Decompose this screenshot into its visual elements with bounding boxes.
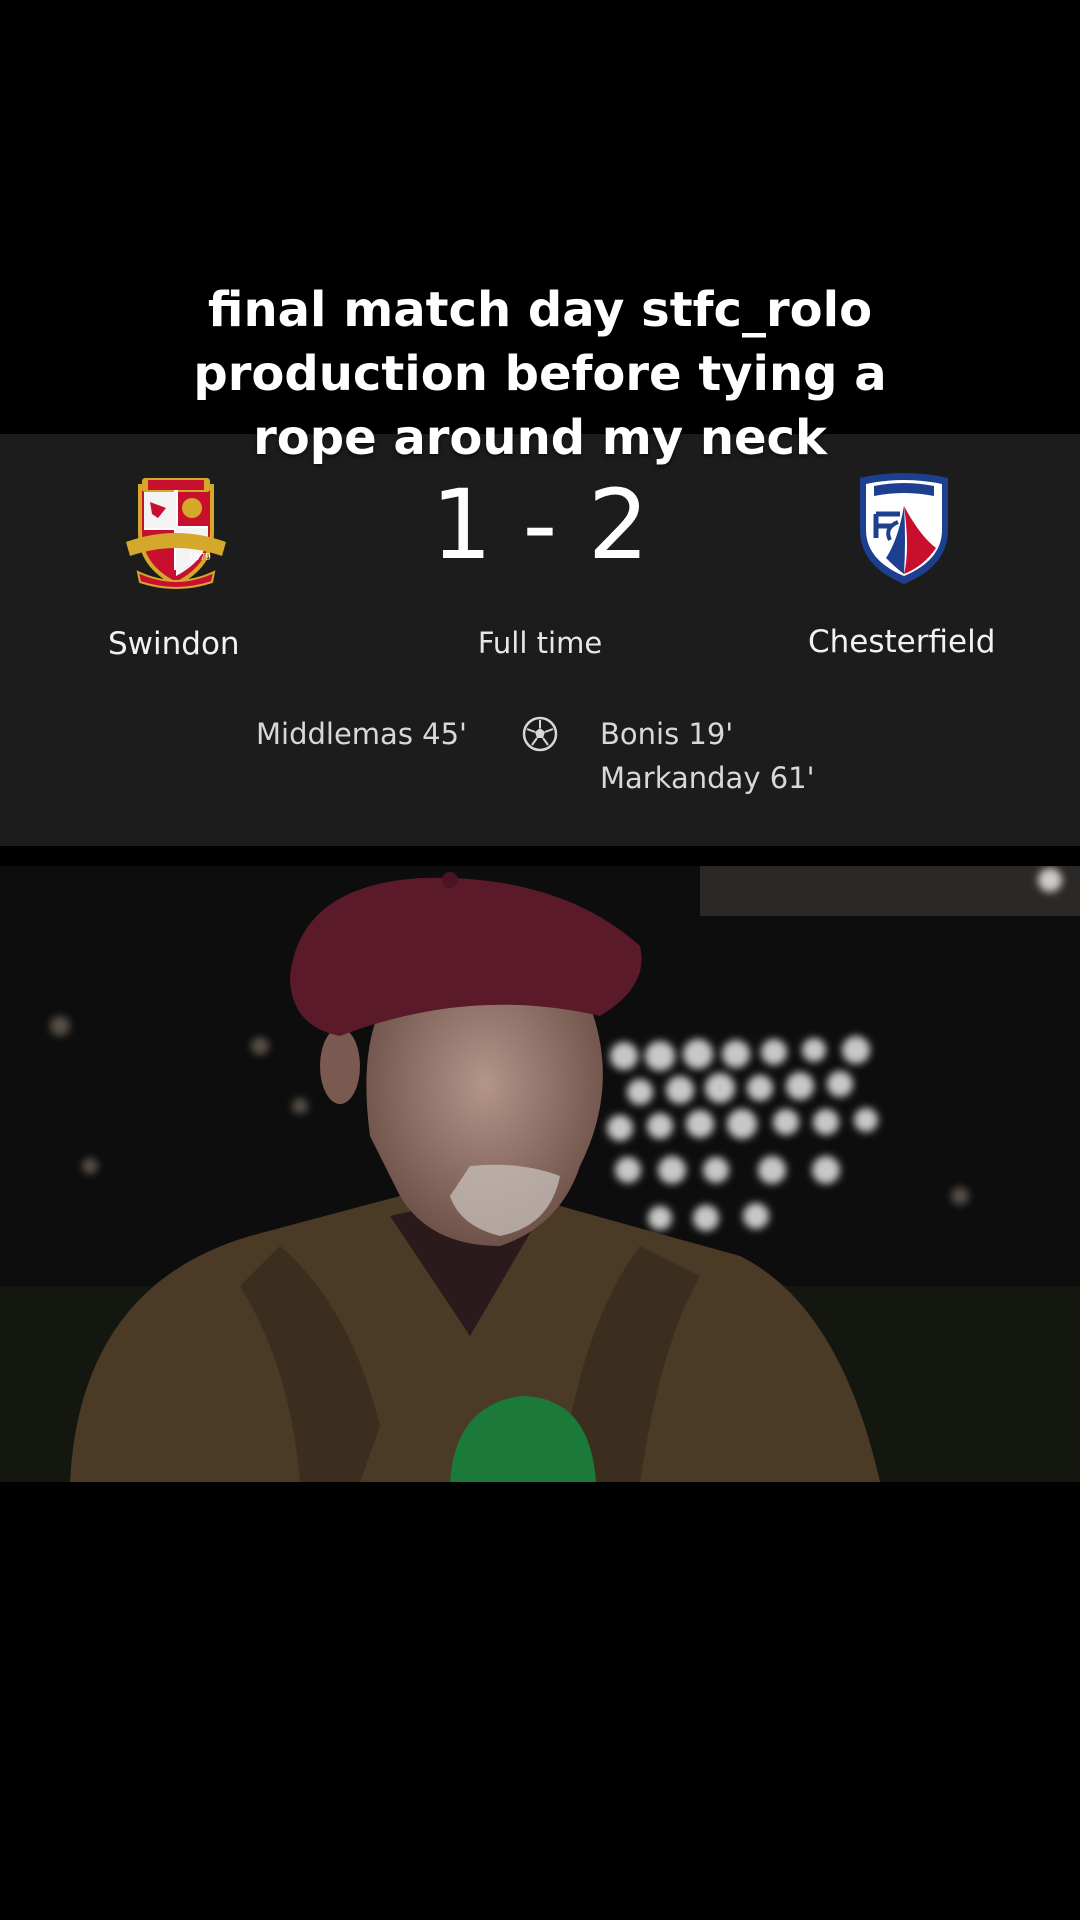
- match-status: Full time: [477, 626, 603, 660]
- swindon-crest-icon: 1879: [126, 478, 226, 589]
- video-caption: final match day stfc_rolo production bef…: [0, 278, 1080, 470]
- interview-photo: [0, 866, 1080, 1482]
- away-scorer: Markanday 61': [600, 761, 815, 795]
- svg-text:1879: 1879: [188, 553, 211, 563]
- home-scorers: Middlemas 45': [256, 712, 467, 756]
- home-team-name: Swindon: [108, 626, 240, 662]
- match-score: 1 - 2: [431, 469, 649, 581]
- away-scorer: Bonis 19': [600, 717, 734, 751]
- caption-line: production before tying a: [193, 346, 887, 402]
- chesterfield-crest-icon: [860, 473, 948, 584]
- home-scorer: Middlemas 45': [256, 717, 468, 751]
- caption-line: rope around my neck: [253, 410, 827, 466]
- football-icon: [522, 716, 558, 752]
- away-team-name: Chesterfield: [808, 624, 996, 660]
- away-scorers: Bonis 19' Markanday 61': [600, 712, 815, 800]
- caption-line: final match day stfc_rolo: [207, 282, 873, 338]
- video-frame: [0, 866, 1080, 1482]
